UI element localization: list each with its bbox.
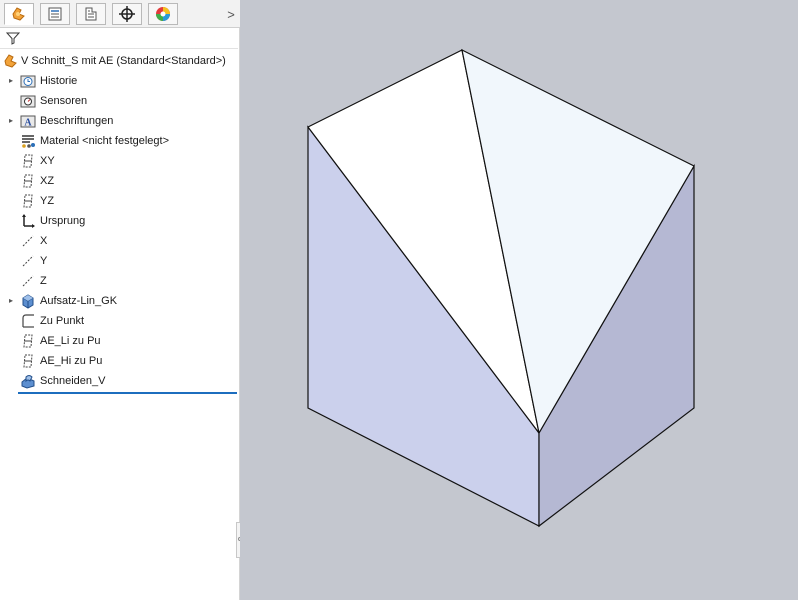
tree-item-sensoren[interactable]: Sensoren: [0, 92, 238, 111]
tree-item-ursprung[interactable]: Ursprung: [0, 212, 238, 231]
expand-arrow-icon[interactable]: ▸: [9, 76, 17, 86]
tree-item-plane-xz[interactable]: XZ: [0, 172, 238, 191]
sensors-icon: [20, 95, 36, 108]
tree-root-label: V Schnitt_S mit AE (Standard<Standard>): [21, 55, 226, 67]
part-model[interactable]: [240, 0, 798, 600]
tree-item-label: Material <nicht festgelegt>: [40, 135, 170, 147]
expand-arrow-icon[interactable]: ▸: [9, 296, 17, 306]
tree-item-label: Historie: [40, 75, 78, 87]
tree-item-label: YZ: [40, 195, 55, 207]
plane-icon: [23, 154, 33, 168]
tree-item-axis-z[interactable]: Z: [0, 272, 238, 291]
tree-root-part[interactable]: V Schnitt_S mit AE (Standard<Standard>): [0, 52, 238, 71]
tree-item-plane-xy[interactable]: XY: [0, 152, 238, 171]
tree-item-label: Aufsatz-Lin_GK: [40, 295, 118, 307]
cut-feature-icon: [21, 375, 35, 389]
tree-item-label: Schneiden_V: [40, 375, 106, 387]
property-manager-tab[interactable]: [40, 3, 70, 25]
display-manager-tab[interactable]: [148, 3, 178, 25]
sketch-icon: [22, 314, 34, 328]
feature-manager-panel: > V Schnitt_S mit AE (Standard<Standard>…: [0, 0, 240, 600]
configuration-manager-tab[interactable]: [76, 3, 106, 25]
tree-item-label: Zu Punkt: [40, 315, 85, 327]
manager-tab-bar: >: [0, 0, 240, 28]
tree-item-label: XY: [40, 155, 55, 167]
annotations-icon: A: [20, 115, 36, 129]
filter-icon: [6, 32, 20, 45]
expand-arrow-icon[interactable]: ▸: [9, 116, 17, 126]
tab-overflow-button[interactable]: >: [224, 5, 238, 23]
history-folder-icon: [20, 75, 36, 88]
material-icon: [22, 135, 35, 148]
tree-filter[interactable]: [0, 29, 238, 49]
rollback-bar[interactable]: [18, 392, 237, 394]
tree-item-aufsatz-lin-gk[interactable]: ▸ Aufsatz-Lin_GK: [0, 292, 238, 311]
tree-item-zu-punkt[interactable]: Zu Punkt: [0, 312, 238, 331]
part-icon: [4, 54, 17, 68]
property-manager-icon: [48, 7, 62, 21]
tree-item-axis-y[interactable]: Y: [0, 252, 238, 271]
tree-item-ae-hi-zu-pu[interactable]: AE_Hi zu Pu: [0, 352, 238, 371]
feature-manager-icon: [12, 7, 25, 21]
tree-item-label: Y: [40, 255, 48, 267]
tree-item-label: AE_Hi zu Pu: [40, 355, 103, 367]
svg-text:A: A: [24, 118, 32, 129]
display-manager-icon: [156, 7, 170, 21]
tree-item-schneiden-v[interactable]: Schneiden_V: [0, 372, 238, 391]
dimxpert-tab[interactable]: [112, 3, 142, 25]
tree-item-label: X: [40, 235, 48, 247]
plane-icon: [23, 194, 33, 208]
tree-item-label: Ursprung: [40, 215, 86, 227]
tree-item-plane-yz[interactable]: YZ: [0, 192, 238, 211]
feature-manager-tab[interactable]: [4, 3, 34, 25]
plane-icon: [23, 174, 33, 188]
tree-item-ae-li-zu-pu[interactable]: AE_Li zu Pu: [0, 332, 238, 351]
axis-icon: [22, 235, 34, 247]
chevron-right-icon: >: [227, 6, 235, 22]
tree-item-label: Sensoren: [40, 95, 88, 107]
tree-item-label: XZ: [40, 175, 55, 187]
tree-item-historie[interactable]: ▸ Historie: [0, 72, 238, 91]
dimxpert-icon: [119, 6, 135, 22]
plane-icon: [23, 334, 33, 348]
tree-item-beschriftungen[interactable]: ▸ A Beschriftungen: [0, 112, 238, 131]
axis-icon: [22, 275, 34, 287]
tree-item-axis-x[interactable]: X: [0, 232, 238, 251]
origin-icon: [22, 214, 35, 228]
tree-item-label: Z: [40, 275, 47, 287]
tree-item-label: Beschriftungen: [40, 115, 114, 127]
plane-icon: [23, 354, 33, 368]
extrude-feature-icon: [22, 294, 34, 309]
configuration-manager-icon: [85, 7, 97, 21]
tree-item-label: AE_Li zu Pu: [40, 335, 101, 347]
graphics-viewport[interactable]: [240, 0, 798, 600]
axis-icon: [22, 255, 34, 267]
tree-item-material[interactable]: Material <nicht festgelegt>: [0, 132, 238, 151]
